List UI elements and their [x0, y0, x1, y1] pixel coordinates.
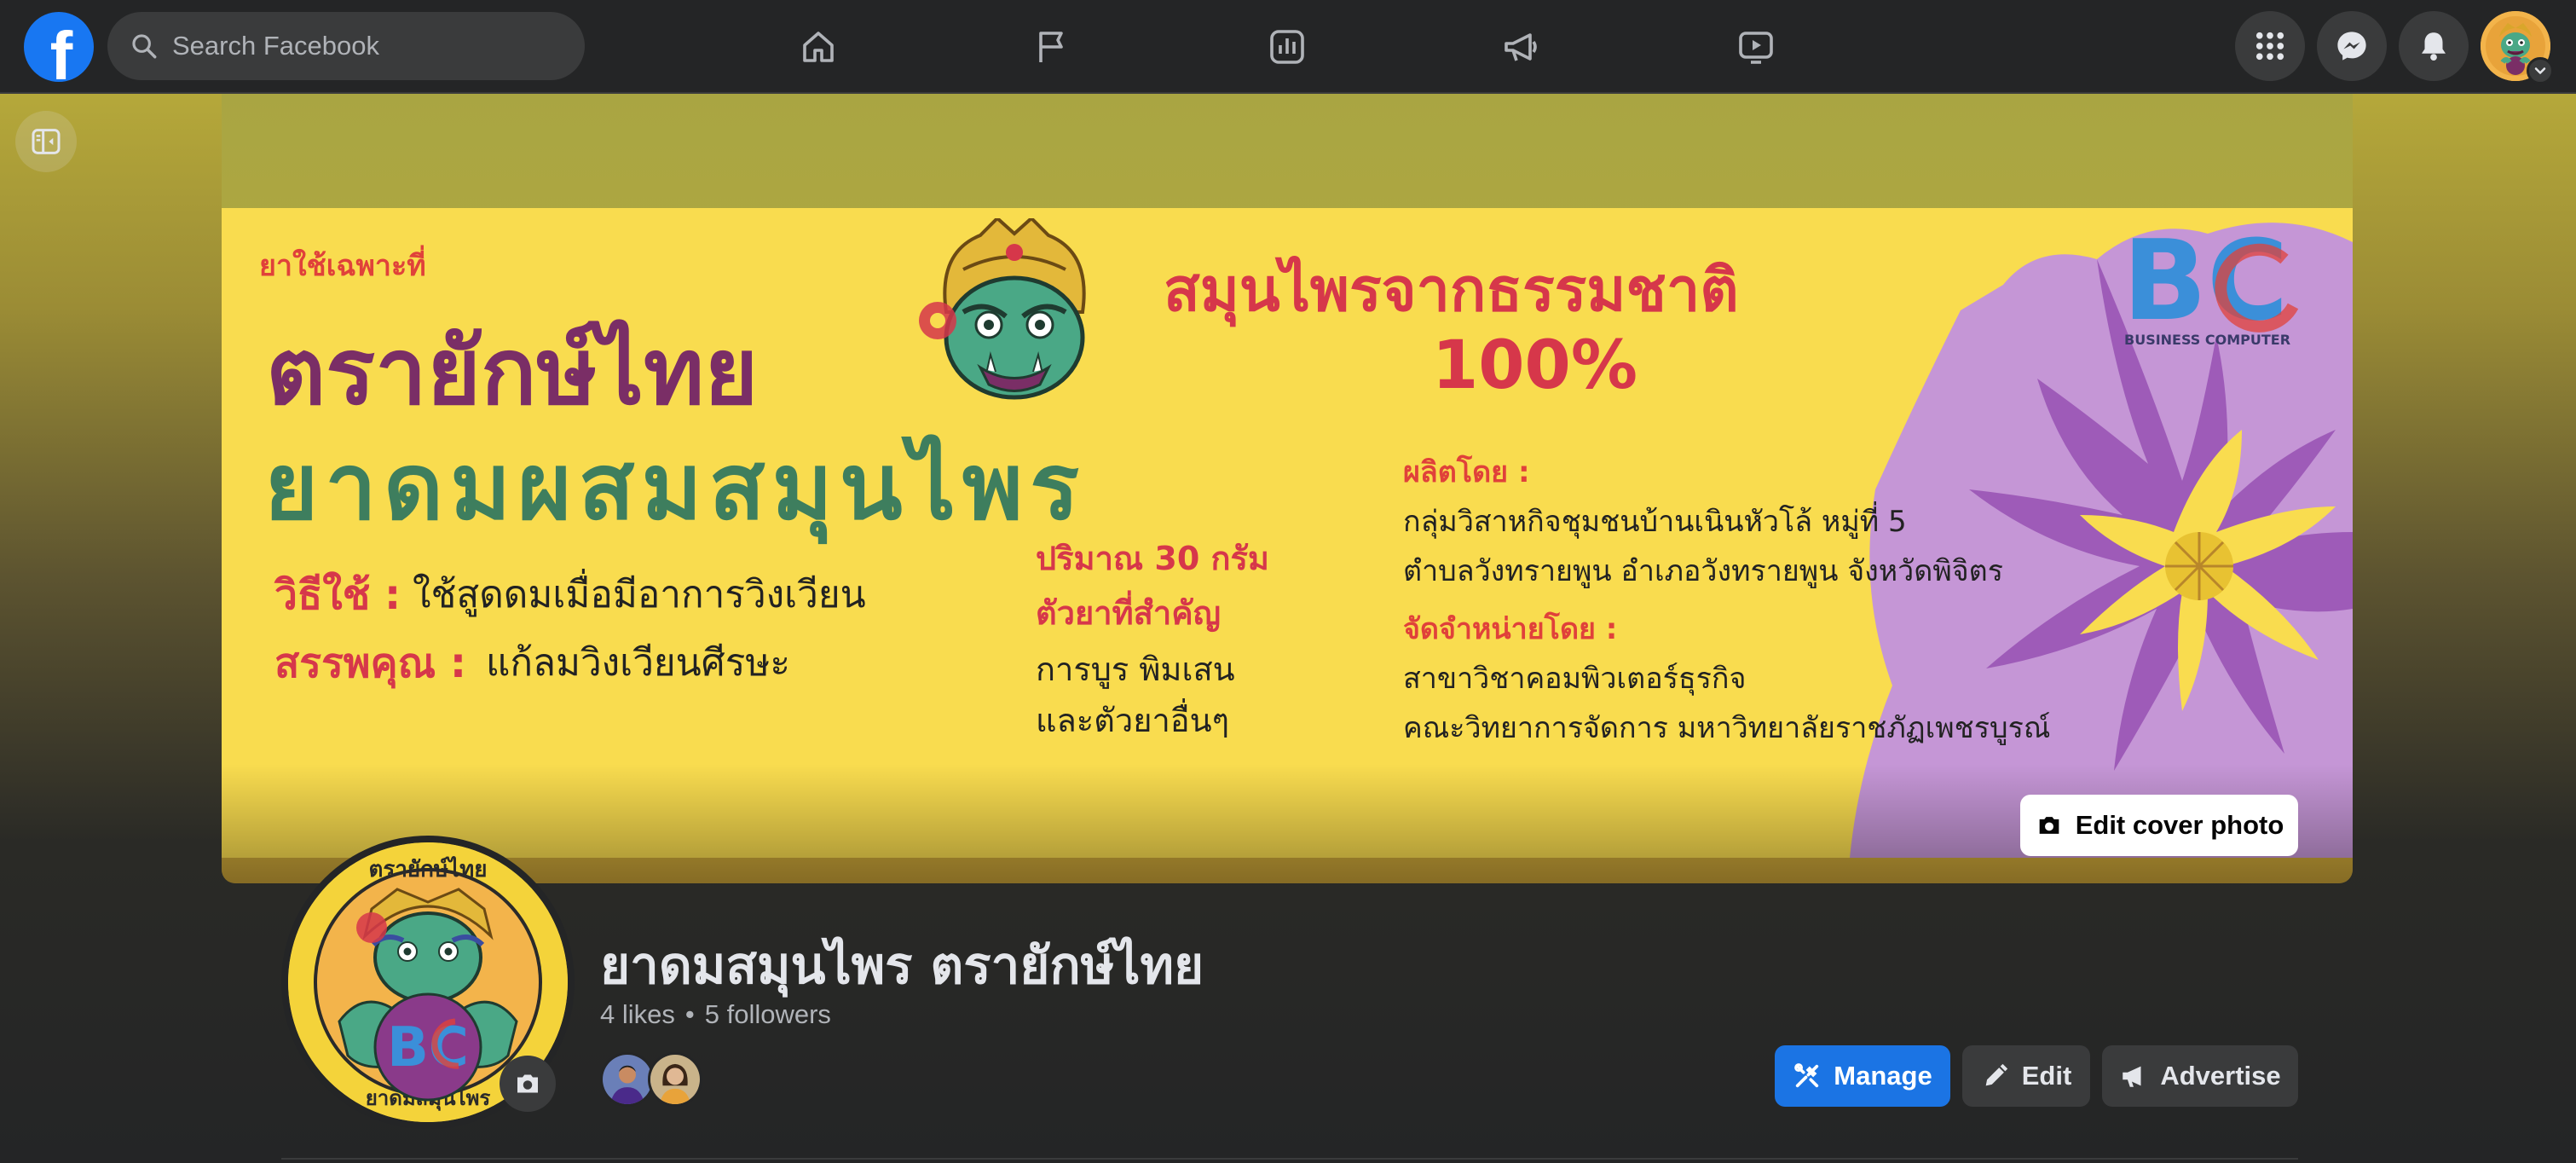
nav-video[interactable] — [1722, 17, 1790, 77]
tools-icon — [1794, 1063, 1819, 1088]
account-chevron[interactable] — [2527, 57, 2554, 84]
flag-icon — [1039, 32, 1063, 62]
banner-usage-text: ใช้สูดดมเมื่อมีอาการวิงเวียน — [413, 573, 866, 616]
svg-text:BC: BC — [387, 1016, 469, 1079]
banner-percent: 100% — [1432, 327, 1637, 404]
banner-quantity: ปริมาณ 30 กรัม — [1036, 540, 1269, 577]
friend-avatar[interactable] — [600, 1052, 655, 1107]
sidebar-panel-icon — [32, 129, 61, 154]
friend-avatars — [600, 1052, 711, 1107]
camera-icon — [517, 1074, 538, 1093]
banner-product-name: ยาดมผสมสมุนไพร — [264, 434, 1087, 541]
friend-avatar[interactable] — [648, 1052, 702, 1107]
notifications-button[interactable] — [2399, 11, 2469, 81]
likes-count[interactable]: 4 likes — [600, 999, 675, 1030]
cover-photo[interactable]: BC BUSINESS COMPUTER ยาใช้เฉพาะที่ ตรายั… — [222, 94, 2353, 883]
page-title: ยาดมสมุนไพร ตรายักษ์ไทย — [600, 936, 1204, 996]
banner-ingredients-line1: การบูร พิมเสน — [1036, 651, 1235, 688]
manage-button[interactable]: Manage — [1775, 1045, 1950, 1107]
banner-producer-label: ผลิตโดย : — [1403, 455, 1530, 489]
update-profile-picture-button[interactable] — [500, 1056, 556, 1112]
page-stats: 4 likes • 5 followers — [600, 999, 831, 1030]
advertise-label: Advertise — [2160, 1061, 2281, 1091]
video-icon — [1739, 32, 1773, 64]
giant-head-illustration — [919, 218, 1086, 400]
facebook-logo-icon[interactable]: f — [24, 12, 94, 82]
edit-cover-photo-label: Edit cover photo — [2075, 810, 2284, 840]
nav-pages[interactable] — [1019, 17, 1087, 77]
banner-ingredients-line2: และตัวยาอื่นๆ — [1036, 702, 1230, 739]
stats-separator: • — [684, 999, 695, 1029]
product-banner: BC BUSINESS COMPUTER ยาใช้เฉพาะที่ ตรายั… — [222, 208, 2353, 858]
business-computer-logo: BC BUSINESS COMPUTER — [2123, 225, 2299, 348]
top-navigation-bar: f — [0, 0, 2576, 94]
camera-icon — [2039, 817, 2059, 834]
banner-benefit-label: สรรพคุณ : — [274, 639, 467, 687]
sidebar-toggle-button[interactable] — [15, 111, 77, 172]
menu-grid-icon — [2255, 32, 2284, 61]
banner-producer-line2: ตำบลวังทรายพูน อำเภอวังทรายพูน จังหวัดพิ… — [1403, 554, 2004, 588]
messenger-icon — [2337, 32, 2366, 61]
pencil-icon — [1985, 1063, 2007, 1086]
search-input[interactable] — [172, 31, 547, 61]
banner-distributor-label: จัดจำหน่ายโดย : — [1403, 612, 1618, 646]
person-avatar-icon — [603, 1055, 652, 1104]
megaphone-icon — [1505, 33, 1537, 61]
chevron-down-icon — [2534, 67, 2546, 74]
home-icon — [803, 32, 834, 62]
svg-text:BUSINESS COMPUTER: BUSINESS COMPUTER — [2124, 332, 2290, 348]
banner-distributor-line2: คณะวิทยาการจัดการ มหาวิทยาลัยราชภัฏเพชรบ… — [1403, 711, 2051, 745]
banner-distributor-line1: สาขาวิชาคอมพิวเตอร์ธุรกิจ — [1403, 662, 1747, 696]
menu-button[interactable] — [2235, 11, 2305, 81]
nav-insights[interactable] — [1253, 17, 1321, 77]
banner-note: ยาใช้เฉพาะที่ — [259, 249, 426, 283]
nav-home[interactable] — [784, 17, 852, 77]
account-avatar[interactable] — [2481, 11, 2554, 84]
section-divider — [281, 1158, 2298, 1160]
banner-usage-label: วิธีใช้ : — [274, 571, 401, 619]
advertise-button[interactable]: Advertise — [2102, 1045, 2298, 1107]
search-icon — [132, 34, 157, 59]
messenger-button[interactable] — [2317, 11, 2387, 81]
search-box[interactable] — [107, 12, 585, 80]
bell-icon — [2422, 32, 2446, 61]
banner-benefit-text: แก้ลมวิงเวียนศีรษะ — [486, 641, 790, 685]
banner-ingredients-label: ตัวยาที่สำคัญ — [1036, 594, 1221, 632]
edit-label: Edit — [2021, 1061, 2072, 1091]
insights-icon — [1270, 30, 1304, 64]
nav-ads[interactable] — [1487, 17, 1556, 77]
edit-cover-photo-button[interactable]: Edit cover photo — [2020, 795, 2298, 856]
manage-label: Manage — [1834, 1061, 1932, 1091]
banner-producer-line1: กลุ่มวิสาหกิจชุมชนบ้านเนินหัวโล้ หมู่ที่… — [1403, 505, 1907, 539]
person-avatar-icon — [650, 1055, 700, 1104]
edit-button[interactable]: Edit — [1962, 1045, 2090, 1107]
megaphone-icon — [2123, 1066, 2141, 1087]
banner-headline: สมุนไพรจากธรรมชาติ — [1164, 255, 1739, 325]
followers-count[interactable]: 5 followers — [705, 999, 831, 1030]
svg-text:ตรายักษ์ไทย: ตรายักษ์ไทย — [368, 855, 487, 882]
